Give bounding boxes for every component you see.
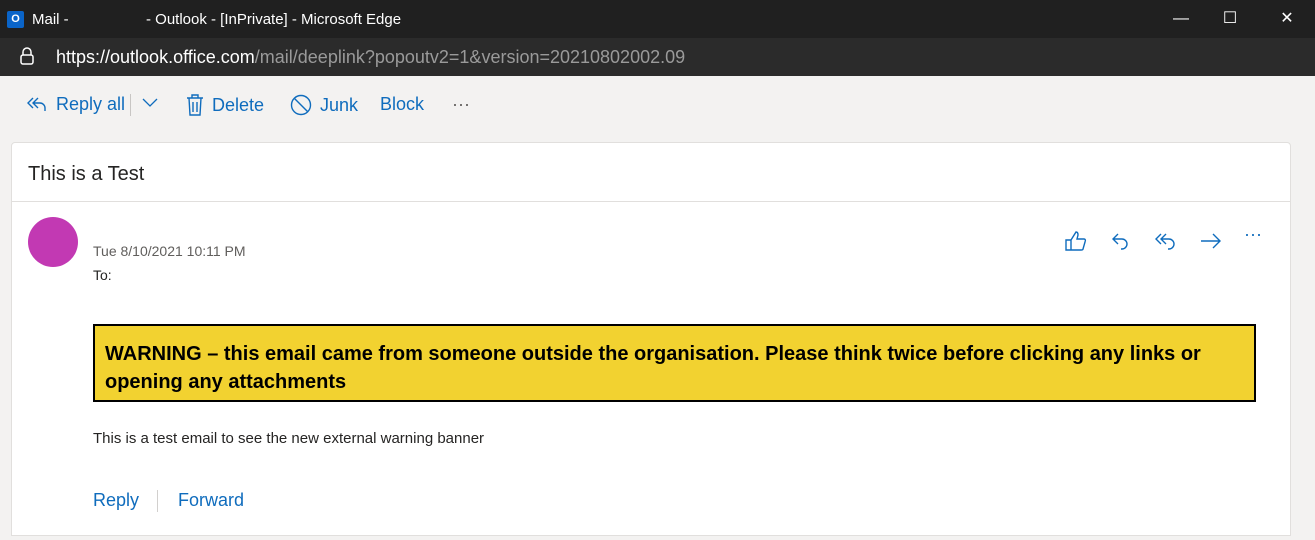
message-pane: Tue 8/10/2021 10:11 PM To: ··· WARNING –…	[11, 202, 1291, 536]
address-bar[interactable]: https://outlook.office.com/mail/deeplink…	[0, 38, 1315, 76]
url-text[interactable]: https://outlook.office.com/mail/deeplink…	[56, 47, 685, 68]
window-title: - Outlook - [InPrivate] - Microsoft Edge	[146, 11, 402, 28]
forward-icon[interactable]	[1198, 229, 1224, 253]
minimize-button[interactable]: —	[1161, 6, 1201, 32]
forward-button[interactable]: Forward	[178, 490, 244, 511]
toolbar: Reply all Delete Junk Block ···	[0, 76, 1315, 134]
trash-icon	[187, 94, 203, 116]
close-button[interactable]: ✕	[1267, 6, 1307, 32]
reply-icon[interactable]	[1108, 229, 1134, 253]
junk-button[interactable]: Junk	[290, 94, 358, 116]
block-button[interactable]: Block	[380, 94, 424, 115]
sender-avatar[interactable]	[28, 217, 78, 267]
divider	[130, 94, 131, 116]
message-body: This is a test email to see the new exte…	[93, 430, 485, 447]
block-circle-icon	[290, 94, 312, 116]
to-label: To:	[93, 267, 112, 283]
delete-button[interactable]: Delete	[186, 94, 264, 116]
reply-options-chevron-icon[interactable]	[142, 96, 158, 108]
reply-all-label: Reply all	[56, 94, 126, 114]
like-icon[interactable]	[1063, 229, 1089, 253]
message-date: Tue 8/10/2021 10:11 PM	[93, 243, 246, 259]
external-warning-banner: WARNING – this email came from someone o…	[93, 324, 1256, 402]
divider	[157, 490, 158, 512]
lock-icon	[20, 47, 34, 65]
reply-all-button[interactable]: Reply all	[26, 94, 125, 115]
reply-all-icon[interactable]	[1153, 229, 1179, 253]
reply-all-icon	[27, 97, 46, 111]
block-label: Block	[380, 94, 425, 114]
email-subject: This is a Test	[28, 163, 145, 185]
more-icon: ···	[452, 94, 470, 114]
title-bar: O Mail - - Outlook - [InPrivate] - Micro…	[0, 0, 1315, 38]
outlook-logo-icon: O	[7, 11, 24, 28]
reply-button[interactable]: Reply	[93, 490, 139, 511]
window-title-prefix: Mail -	[32, 11, 69, 28]
junk-label: Junk	[320, 94, 359, 115]
url-path: /mail/deeplink?popoutv2=1&version=202108…	[254, 47, 686, 67]
maximize-button[interactable]: ☐	[1210, 6, 1250, 32]
more-options-button[interactable]: ···	[1244, 224, 1270, 248]
delete-label: Delete	[212, 94, 265, 115]
more-actions-button[interactable]: ···	[452, 94, 470, 115]
subject-header: This is a Test	[11, 142, 1291, 202]
url-host: https://outlook.office.com	[56, 47, 255, 67]
